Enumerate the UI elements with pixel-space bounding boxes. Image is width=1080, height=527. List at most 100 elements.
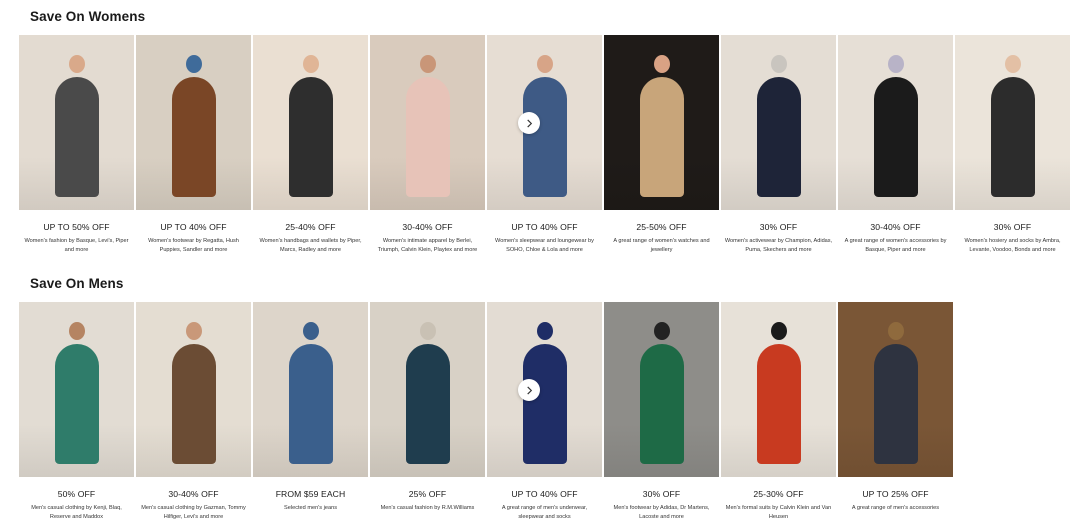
womens-promo-card[interactable]: UP TO 40% OFF Women's footwear by Regatta… <box>136 35 251 254</box>
promo-description: Women's intimate apparel by Berlei, Triu… <box>377 238 478 253</box>
womens-promo-card[interactable]: 30% OFF Women's hosiery and socks by Ambr… <box>955 35 1070 254</box>
promo-image[interactable] <box>955 35 1070 210</box>
product-figure <box>756 344 801 464</box>
womens-promo-card[interactable]: 30% OFF Women's activewear by Champion, A… <box>721 35 836 254</box>
promo-image[interactable] <box>487 35 602 210</box>
mens-promo-card[interactable]: 30-40% OFF Men's casual clothing by Gazma… <box>136 302 251 521</box>
product-accent <box>653 322 670 340</box>
product-figure <box>405 77 450 197</box>
promo-description: Women's handbags and wallets by Piper, M… <box>259 238 362 253</box>
promo-description: Men's formal suits by Calvin Klein and V… <box>725 505 832 520</box>
promo-image[interactable] <box>721 35 836 210</box>
product-figure <box>522 344 567 464</box>
promo-headline[interactable]: UP TO 40% OFF <box>511 489 577 499</box>
promo-image[interactable] <box>136 35 251 210</box>
promo-headline[interactable]: UP TO 25% OFF <box>862 489 928 499</box>
product-accent <box>68 322 85 340</box>
promo-headline[interactable]: 25% OFF <box>409 489 446 499</box>
promo-headline[interactable]: 25-30% OFF <box>753 489 803 499</box>
product-accent <box>653 55 670 73</box>
mens-promo-card[interactable]: 25-30% OFF Men's formal suits by Calvin K… <box>721 302 836 521</box>
product-figure <box>522 77 567 197</box>
promo-image[interactable] <box>721 302 836 477</box>
product-figure <box>639 77 684 197</box>
womens-promo-card[interactable]: 30-40% OFF A great range of women's acces… <box>838 35 953 254</box>
promo-description: A great range of women's accessories by … <box>844 238 947 253</box>
product-figure <box>873 77 918 197</box>
product-accent <box>536 322 553 340</box>
promo-image[interactable] <box>370 302 485 477</box>
promo-description: Men's footwear by Adidas, Dr Martens, La… <box>613 505 710 520</box>
promo-image[interactable] <box>253 302 368 477</box>
product-accent <box>302 322 319 340</box>
product-accent <box>302 55 319 73</box>
promo-description: Women's sleepwear and loungewear by SOHO… <box>495 238 594 253</box>
promo-image[interactable] <box>838 35 953 210</box>
promo-description: Selected men's jeans <box>284 505 337 511</box>
promo-image[interactable] <box>487 302 602 477</box>
womens-promo-card[interactable]: 25-50% OFF A great range of women's watch… <box>604 35 719 254</box>
product-accent <box>770 55 787 73</box>
promo-headline[interactable]: UP TO 40% OFF <box>160 222 226 232</box>
promo-description: Women's footwear by Regatta, Hush Puppie… <box>148 238 239 253</box>
product-figure <box>171 344 216 464</box>
product-accent <box>536 55 553 73</box>
promo-headline[interactable]: 25-40% OFF <box>285 222 335 232</box>
womens-promo-card[interactable]: 25-40% OFF Women's handbags and wallets b… <box>253 35 368 254</box>
product-figure <box>171 77 216 197</box>
mens-promo-card[interactable]: UP TO 40% OFF A great range of men's unde… <box>487 302 602 521</box>
product-figure <box>756 77 801 197</box>
promo-description: Women's hosiery and socks by Ambra, Leva… <box>964 238 1061 253</box>
mens-carousel-next-button[interactable] <box>518 379 540 401</box>
promo-image[interactable] <box>253 35 368 210</box>
promo-image[interactable] <box>604 35 719 210</box>
womens-promo-card[interactable]: UP TO 50% OFF Women's fashion by Basque, … <box>19 35 134 254</box>
mens-promo-card[interactable]: 30% OFF Men's footwear by Adidas, Dr Mart… <box>604 302 719 521</box>
promo-description: A great range of men's accessories <box>851 505 940 511</box>
promo-headline[interactable]: 30-40% OFF <box>402 222 452 232</box>
promo-image[interactable] <box>136 302 251 477</box>
product-accent <box>419 55 436 73</box>
promo-headline[interactable]: 30% OFF <box>994 222 1031 232</box>
promo-headline[interactable]: 30-40% OFF <box>168 489 218 499</box>
promo-description: Men's casual clothing by Kenji, Blaq, Re… <box>31 505 122 520</box>
mens-promo-card[interactable]: FROM $59 EACH Selected men's jeans <box>253 302 368 521</box>
promo-description: A great range of women's watches and jew… <box>613 238 710 253</box>
promo-headline[interactable]: 30% OFF <box>760 222 797 232</box>
promo-image[interactable] <box>19 302 134 477</box>
womens-carousel[interactable]: UP TO 50% OFF Women's fashion by Basque, … <box>19 35 1070 254</box>
mens-section-title: Save On Mens <box>30 276 124 291</box>
product-accent <box>887 55 904 73</box>
mens-promo-card[interactable]: 25% OFF Men's casual fashion by R.M.Willi… <box>370 302 485 521</box>
product-accent <box>887 322 904 340</box>
promo-description: A great range of men's underwear, sleepw… <box>501 505 588 520</box>
promo-description: Men's casual clothing by Gazman, Tommy H… <box>141 505 246 520</box>
promo-headline[interactable]: 25-50% OFF <box>636 222 686 232</box>
promo-image[interactable] <box>838 302 953 477</box>
product-accent <box>1004 55 1021 73</box>
promo-headline[interactable]: 30% OFF <box>643 489 680 499</box>
product-figure <box>990 77 1035 197</box>
promo-image[interactable] <box>19 35 134 210</box>
promo-description: Women's fashion by Basque, Levi's, Piper… <box>24 238 129 253</box>
mens-carousel[interactable]: 50% OFF Men's casual clothing by Kenji, B… <box>19 302 953 521</box>
promo-headline[interactable]: UP TO 50% OFF <box>43 222 109 232</box>
promo-headline[interactable]: UP TO 40% OFF <box>511 222 577 232</box>
womens-promo-card[interactable]: UP TO 40% OFF Women's sleepwear and loung… <box>487 35 602 254</box>
womens-carousel-next-button[interactable] <box>518 112 540 134</box>
promo-image[interactable] <box>604 302 719 477</box>
mens-promo-card[interactable]: 50% OFF Men's casual clothing by Kenji, B… <box>19 302 134 521</box>
product-figure <box>873 344 918 464</box>
product-figure <box>288 344 333 464</box>
mens-promo-card[interactable]: UP TO 25% OFF A great range of men's acce… <box>838 302 953 521</box>
promo-headline[interactable]: FROM $59 EACH <box>276 489 346 499</box>
product-accent <box>185 55 202 73</box>
promo-image[interactable] <box>370 35 485 210</box>
chevron-right-icon <box>526 385 532 395</box>
womens-promo-card[interactable]: 30-40% OFF Women's intimate apparel by Be… <box>370 35 485 254</box>
product-figure <box>639 344 684 464</box>
promo-headline[interactable]: 30-40% OFF <box>870 222 920 232</box>
promo-headline[interactable]: 50% OFF <box>58 489 95 499</box>
product-figure <box>54 77 99 197</box>
chevron-right-icon <box>526 118 532 128</box>
